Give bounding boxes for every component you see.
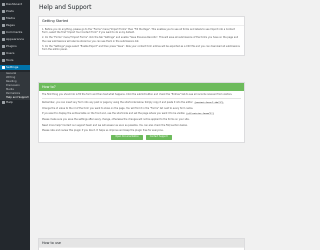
wp-admin-window: Dashboard Posts Media Pages Comments Appearan… bbox=[0, 0, 250, 250]
getting-started-step-1: 1. Before you do anything, please go to … bbox=[42, 28, 235, 35]
sidebar-item[interactable]: Appearance bbox=[0, 37, 30, 42]
sidebar-item[interactable]: Settings bbox=[0, 64, 30, 71]
sidebar-item[interactable]: Dashboard bbox=[0, 2, 30, 7]
sidebar-item-label: Posts bbox=[6, 8, 14, 13]
users-icon bbox=[1, 51, 5, 55]
shortcode-form[interactable]: [contact-form-7 id="1"] bbox=[194, 101, 224, 104]
sidebar-item[interactable]: Media bbox=[0, 16, 30, 21]
getting-started-panel: Getting Started 1. Before you do anythin… bbox=[38, 16, 245, 57]
sidebar-menu: Dashboard Posts Media Pages Comments Appearan… bbox=[0, 0, 30, 105]
sidebar-item-label: Plugins bbox=[6, 43, 17, 48]
pin-icon bbox=[1, 9, 5, 13]
divider bbox=[42, 98, 241, 100]
sidebar-item-label: Users bbox=[6, 50, 15, 55]
getting-started-step-3: 3. On the "Settings" page select "Enable… bbox=[42, 44, 240, 52]
how-to-panel: How to? The first thing you should do is… bbox=[38, 82, 245, 143]
getting-started-header[interactable]: Getting Started bbox=[39, 17, 244, 26]
page-icon bbox=[1, 23, 5, 27]
help-icon bbox=[1, 100, 5, 104]
shortcode-entries[interactable]: [cf7-entries form="1"] bbox=[185, 113, 215, 116]
main-content: Help and Support Getting Started 1. Befo… bbox=[30, 0, 250, 250]
sidebar-item-label: Pages bbox=[6, 22, 15, 27]
admin-sidebar: Dashboard Posts Media Pages Comments Appearan… bbox=[0, 0, 30, 250]
sidebar-item-label: Comments bbox=[6, 29, 23, 34]
how-to-save-text: Please make sure you save the settings a… bbox=[42, 118, 190, 122]
how-to-header[interactable]: How to? bbox=[39, 83, 244, 91]
how-to-support-text: Need more help? Contact our support team… bbox=[42, 123, 188, 127]
how-to-id-text: Change the id value to the id of the for… bbox=[42, 106, 194, 110]
media-icon bbox=[1, 16, 5, 20]
how-to-intro: The first thing you should do is fill th… bbox=[42, 93, 233, 96]
sidebar-item-label: Tools bbox=[6, 57, 14, 62]
page-title: Help and Support bbox=[39, 4, 92, 11]
brush-icon bbox=[1, 37, 5, 41]
sidebar-item-label: Dashboard bbox=[6, 2, 23, 6]
sidebar-item-label: Help bbox=[6, 99, 13, 104]
sidebar-item[interactable]: Tools bbox=[0, 58, 30, 63]
wrench-icon bbox=[1, 58, 5, 62]
sidebar-item-label: Appearance bbox=[6, 36, 25, 41]
sidebar-submenu: General Writing Reading Discussion Media Perm… bbox=[0, 71, 30, 100]
how-to-use-header[interactable]: How to use bbox=[39, 239, 244, 248]
open-documentation-button[interactable]: Open Documentation bbox=[111, 134, 143, 140]
plugin-icon bbox=[1, 44, 5, 48]
sidebar-item[interactable]: Pages bbox=[0, 23, 30, 28]
how-to-use-panel: How to use bbox=[38, 238, 245, 250]
how-to-rate-text: Please rate and review this plugin if yo… bbox=[42, 128, 164, 132]
how-to-shortcode-text: Remember, you can insert any form into a… bbox=[42, 100, 224, 104]
sidebar-item[interactable]: Users bbox=[0, 51, 30, 56]
sidebar-item[interactable]: Help bbox=[0, 100, 30, 105]
contact-support-button[interactable]: Contact Support bbox=[145, 134, 172, 140]
settings-icon bbox=[1, 65, 5, 69]
getting-started-step-2: 2. On the "Forms" menu/"Import Forms" cl… bbox=[42, 36, 239, 43]
sidebar-item[interactable]: Comments bbox=[0, 30, 30, 35]
sidebar-item[interactable]: Plugins bbox=[0, 44, 30, 49]
how-to-buttons: Open Documentation Contact Support bbox=[42, 134, 241, 140]
how-to-entries-text: If you want to display the entries table… bbox=[42, 112, 215, 116]
sidebar-item[interactable]: Posts bbox=[0, 9, 30, 14]
comment-icon bbox=[1, 30, 5, 34]
sidebar-item-label: Settings bbox=[6, 64, 19, 69]
dashboard-icon bbox=[1, 3, 5, 6]
sidebar-item-label: Media bbox=[6, 15, 16, 20]
